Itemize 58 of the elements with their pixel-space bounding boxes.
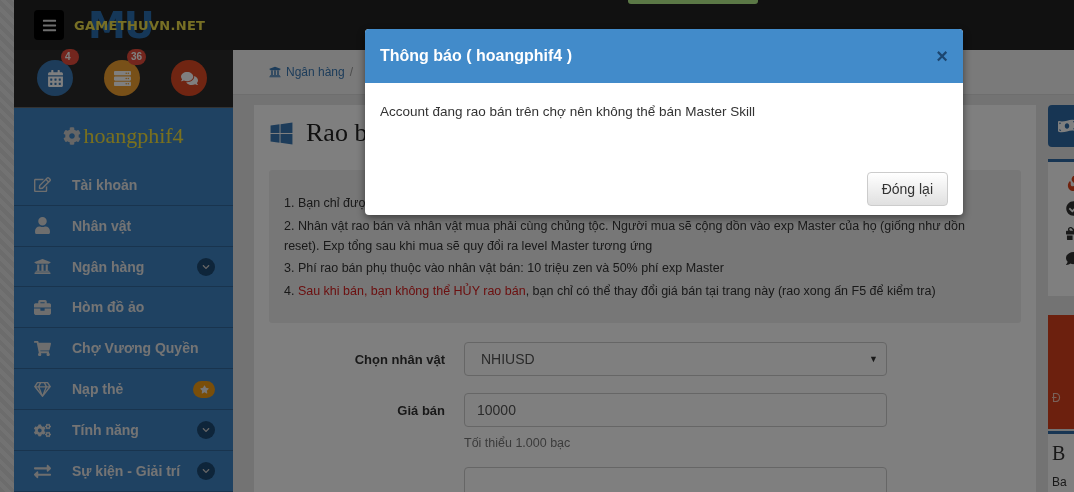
windows-icon [269, 120, 294, 146]
note-text: 1. Bạn chỉ đượ [284, 195, 367, 212]
menu-icon [41, 17, 57, 33]
count-badge: 4 [61, 49, 79, 66]
edit-icon [34, 176, 51, 194]
sidebar-label: Hòm đồ ảo [72, 299, 146, 316]
card-title: B [1052, 442, 1067, 465]
server-icon [113, 69, 131, 87]
card-text: Ba [1052, 475, 1068, 489]
caret-icon: ▼ [869, 354, 878, 364]
sidebar-item[interactable]: Hòm đồ ảo [14, 287, 233, 329]
user-icon [34, 217, 51, 235]
sidebar-item[interactable]: Chợ Vương Quyền [14, 328, 233, 370]
sidebar-label: Nhân vật [72, 217, 133, 234]
note-text: 2. Nhân vật rao bán và nhân vật mua phải cùng chủng tộc. Người mua sẽ cộng dồn vào exp Master của họ (giống như dồn reset). Exp tổng sau khi mua sẽ quy đổi ra level Master tương ứng [284, 217, 966, 255]
sidebar-item[interactable]: Sự kiện - Giải trí [14, 451, 233, 492]
shortcut-button[interactable] [171, 60, 207, 97]
input-field[interactable]: 10000 [464, 393, 887, 427]
gem-icon [34, 380, 51, 398]
field-label: Giá bán [396, 402, 445, 418]
modal-title: Thông báo ( hoangphif4 ) [380, 47, 572, 65]
briefcase-icon [34, 298, 51, 316]
breadcrumb-link[interactable]: Ngân hàng [286, 65, 345, 79]
sidebar-item[interactable]: Tài khoản [14, 164, 233, 206]
field-hint: Tối thiểu 1.000 bạc [464, 436, 572, 450]
sidebar-item[interactable]: Tính năng [14, 410, 233, 452]
note-text: 4. Sau khi bán, bạn không thể HỦY rao bán, bạn chỉ có thể thay đổi giá bán tại trang này (rao xong ấn F5 để kiểm tra) [284, 282, 936, 300]
sidebar-label: Ngân hàng [72, 258, 146, 275]
promo-text: Đ [1052, 391, 1061, 405]
sidebar-label: Tính năng [72, 422, 140, 439]
shortcut-button[interactable] [104, 60, 140, 97]
bank-icon [269, 66, 281, 78]
note-text: 3. Phí rao bán phụ thuộc vào nhân vật bán: 10 triệu zen và 50% phí exp Master [284, 260, 724, 277]
gear-icon [63, 127, 82, 146]
character-select[interactable]: NHIUSD ▼ [464, 342, 887, 376]
sidebar-item[interactable]: Nạp thẻ [14, 369, 233, 411]
count-badge: 36 [126, 49, 146, 66]
close-dialog-button[interactable]: Đóng lại [866, 172, 948, 206]
chat-icon [180, 69, 198, 87]
gears-icon [34, 421, 51, 439]
menu-button[interactable] [34, 10, 64, 40]
sidebar-label: Sự kiện - Giải trí [72, 463, 182, 480]
sidebar-item[interactable]: Ngân hàng [14, 246, 233, 288]
sidebar-label: Tài khoản [72, 176, 139, 193]
modal-message: Account đang rao bán trên chợ nên không thể bán Master Skill [380, 104, 756, 119]
shortcut-button[interactable] [37, 60, 73, 97]
breadcrumb-separator: / [349, 65, 354, 79]
field-label: Chọn nhân vật [353, 351, 445, 367]
cart-icon [34, 339, 51, 357]
sidebar-item[interactable]: Nhân vật [14, 205, 233, 247]
calendar-icon [46, 69, 64, 87]
close-button[interactable]: × [936, 44, 948, 68]
sidebar-label: Chợ Vương Quyền [72, 340, 200, 357]
bank-icon [34, 258, 51, 275]
money-icon [1058, 117, 1074, 135]
input-field[interactable] [464, 467, 887, 492]
username: hoangphif4 [83, 123, 184, 150]
sidebar-label: Nạp thẻ [72, 381, 125, 398]
